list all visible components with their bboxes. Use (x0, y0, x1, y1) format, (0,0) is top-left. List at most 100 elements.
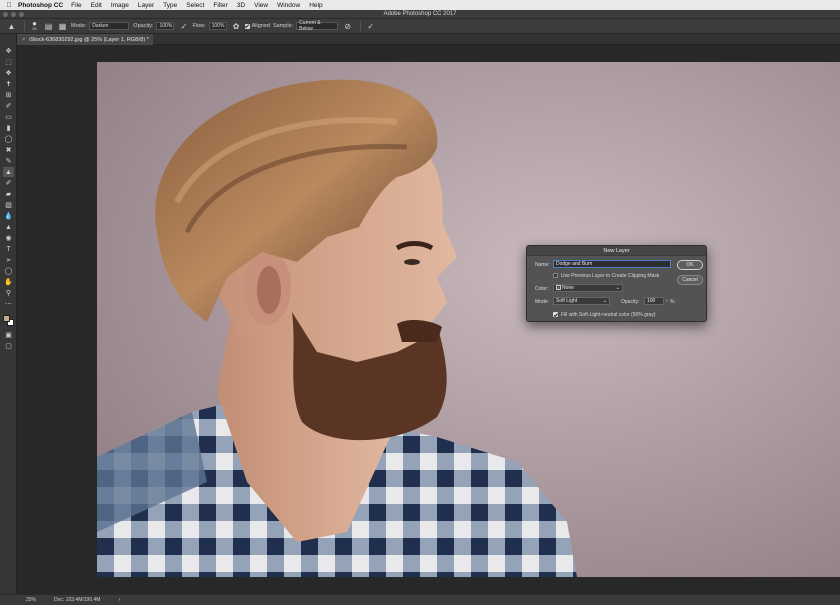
menu-window[interactable]: Window (277, 2, 300, 9)
color-select[interactable]: × None ⌄ (553, 284, 623, 292)
shape-tool-icon[interactable]: ◯ (3, 266, 14, 276)
opacity-unit: % (670, 299, 675, 305)
brush-tool-icon[interactable]: ✎ (3, 156, 14, 166)
gradient-tool-icon[interactable]: ▧ (3, 200, 14, 210)
pressure-opacity-icon[interactable]: ✓ (178, 21, 189, 32)
patch-tool-icon[interactable]: ▮ (3, 123, 14, 133)
color-select-value: None (562, 285, 574, 291)
opacity-label: Opacity: (133, 23, 154, 29)
history-brush-tool-icon[interactable]: ✐ (3, 178, 14, 188)
opacity-stepper-icon[interactable]: › (666, 298, 668, 304)
foreground-color-swatch[interactable] (3, 315, 10, 322)
window-title: Adobe Photoshop CC 2017 (383, 11, 457, 17)
menu-bar:  Photoshop CC File Edit Image Layer Typ… (0, 0, 840, 10)
blend-mode-select[interactable]: Soft Light ⌄ (553, 297, 610, 305)
blur-tool-icon[interactable]: 💧 (3, 211, 14, 221)
menu-type[interactable]: Type (163, 2, 177, 9)
close-tab-icon[interactable]: × (22, 37, 25, 43)
status-menu-icon[interactable]: › (118, 597, 120, 603)
color-label: Color: (535, 286, 549, 292)
chevron-down-icon: ⌄ (602, 298, 607, 304)
eraser-tool-icon[interactable]: ▰ (3, 189, 14, 199)
path-selection-tool-icon[interactable]: ➢ (3, 255, 14, 265)
fill-neutral-label: Fill with Soft-Light-neutral color (50% … (561, 312, 656, 318)
airbrush-icon[interactable]: ✿ (231, 21, 242, 32)
no-color-icon: × (556, 285, 561, 290)
aligned-label: Aligned (251, 23, 270, 29)
brush-preset-icon[interactable]: ● 30 (29, 20, 40, 32)
flow-field[interactable]: 100% (208, 22, 227, 30)
menu-select[interactable]: Select (186, 2, 204, 9)
crop-tool-icon[interactable]: ⊞ (3, 90, 14, 100)
name-label: Name: (535, 262, 550, 268)
menu-help[interactable]: Help (309, 2, 322, 9)
menu-image[interactable]: Image (111, 2, 129, 9)
quick-selection-tool-icon[interactable]: ✝ (3, 79, 14, 89)
marquee-tool-icon[interactable]: ⬚ (3, 57, 14, 67)
zoom-level[interactable]: 25% (26, 597, 36, 603)
healing-brush-tool-icon[interactable]: ▭ (3, 112, 14, 122)
photo-canvas[interactable] (97, 62, 840, 577)
opacity-label: Opacity: (621, 299, 640, 305)
menu-file[interactable]: File (71, 2, 81, 9)
menu-app-name[interactable]: Photoshop CC (18, 2, 63, 9)
mode-label: Mode: (535, 299, 549, 305)
canvas-area[interactable] (17, 45, 840, 594)
flow-label: Flow: (192, 23, 206, 29)
clipping-mask-label: Use Previous Layer to Create Clipping Ma… (561, 273, 660, 279)
document-tab-bar: × iStock-636830292.jpg @ 25% (Layer 1, R… (17, 34, 840, 45)
sample-label: Sample: (272, 23, 294, 29)
opacity-field[interactable]: 100% (156, 22, 175, 30)
type-tool-icon[interactable]: T (3, 244, 14, 254)
menu-view[interactable]: View (254, 2, 268, 9)
layer-name-input[interactable]: Dodge and Burn (553, 260, 671, 268)
dialog-title: New Layer (527, 246, 706, 256)
quick-mask-icon[interactable]: ▣ (3, 330, 14, 340)
fill-neutral-checkbox[interactable] (553, 312, 558, 317)
window-title-bar: Adobe Photoshop CC 2017 (0, 10, 840, 19)
status-bar: 25% Doc: 103.4M/190.4M › (0, 594, 840, 605)
clone-source-icon[interactable]: ▦ (57, 21, 68, 32)
pen-tool-icon[interactable]: ◉ (3, 233, 14, 243)
sample-select[interactable]: Current & Below (296, 20, 339, 32)
new-layer-dialog: New Layer Name: Dodge and Burn Use Previ… (526, 245, 707, 322)
document-tab[interactable]: × iStock-636830292.jpg @ 25% (Layer 1, R… (17, 34, 153, 45)
content-aware-move-tool-icon[interactable]: ◯ (3, 134, 14, 144)
brush-size: 30 (32, 26, 37, 31)
menu-edit[interactable]: Edit (91, 2, 102, 9)
options-separator (360, 21, 362, 31)
mode-select[interactable]: Darken (89, 22, 130, 30)
tools-panel: ✥ ⬚ ❖ ✝ ⊞ ✐ ▭ ▮ ◯ ✖ ✎ ▲ ✐ ▰ ▧ 💧 ▲ ◉ T ➢ … (0, 34, 17, 594)
menu-3d[interactable]: 3D (237, 2, 245, 9)
zoom-tool-icon[interactable]: ⚲ (3, 288, 14, 298)
options-bar: ▲ ● 30 ▤ ▦ Mode: Darken Opacity: 100% ✓ … (0, 19, 840, 34)
opacity-input[interactable]: 100 (644, 297, 664, 305)
document-size: Doc: 103.4M/190.4M (54, 597, 101, 603)
menu-layer[interactable]: Layer (138, 2, 154, 9)
lasso-tool-icon[interactable]: ❖ (3, 68, 14, 78)
clone-stamp-tool-preset-icon[interactable]: ▲ (6, 21, 17, 32)
blend-mode-value: Soft Light (556, 298, 578, 304)
mode-label: Mode: (71, 23, 87, 29)
more-tools-icon[interactable]: ⋯ (3, 299, 14, 309)
document-tab-label: iStock-636830292.jpg @ 25% (Layer 1, RGB… (29, 36, 149, 43)
clone-stamp-tool-icon[interactable]: ▲ (3, 167, 14, 177)
chevron-down-icon: ⌄ (615, 285, 620, 291)
dodge-tool-icon[interactable]: ▲ (3, 222, 14, 232)
ignore-adjustment-layers-icon[interactable]: ⊘ (342, 21, 353, 32)
eyedropper-tool-icon[interactable]: ✐ (3, 101, 14, 111)
brush-settings-icon[interactable]: ▤ (43, 21, 54, 32)
portrait-photo (97, 62, 840, 577)
ok-button[interactable]: OK (677, 260, 703, 270)
move-tool-icon[interactable]: ✥ (3, 46, 14, 56)
red-eye-tool-icon[interactable]: ✖ (3, 145, 14, 155)
pressure-size-icon[interactable]: ✓ (365, 21, 376, 32)
menu-filter[interactable]: Filter (213, 2, 227, 9)
aligned-checkbox[interactable] (244, 23, 250, 29)
cancel-button[interactable]: Cancel (677, 275, 703, 285)
clipping-mask-checkbox[interactable] (553, 273, 558, 278)
hand-tool-icon[interactable]: ✋ (3, 277, 14, 287)
options-separator (24, 21, 25, 31)
screen-mode-icon[interactable]: ▢ (3, 341, 14, 351)
apple-icon[interactable]:  (0, 2, 18, 9)
